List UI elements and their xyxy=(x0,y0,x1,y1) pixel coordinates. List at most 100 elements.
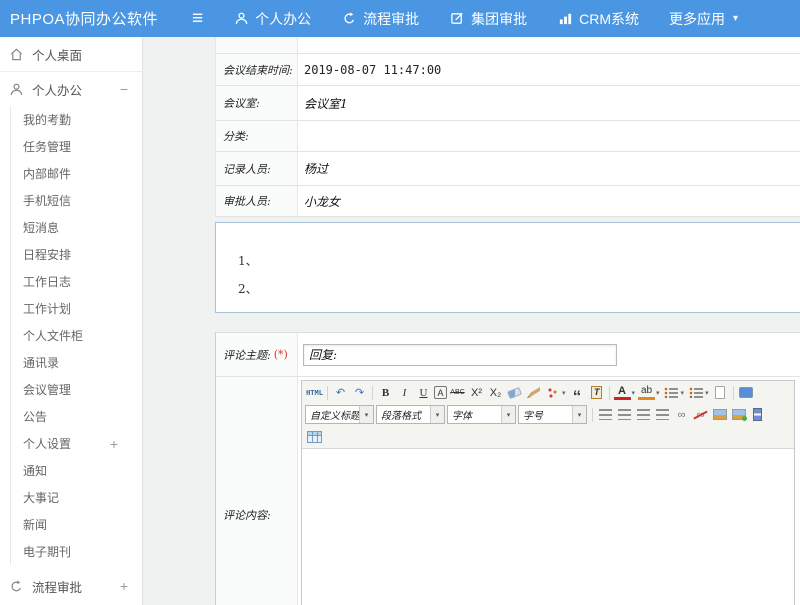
insert-table-icon[interactable] xyxy=(306,428,323,446)
link-icon[interactable]: ∞ xyxy=(673,406,690,424)
hamburger-menu-icon[interactable]: ≡ xyxy=(192,9,203,28)
align-center-icon[interactable] xyxy=(616,406,633,424)
unordered-list-icon[interactable] xyxy=(687,384,704,402)
strikethrough-icon[interactable]: ABC xyxy=(449,384,466,402)
underline-icon[interactable]: U xyxy=(415,384,432,402)
nav-item-workflow[interactable]: 流程审批 xyxy=(341,9,419,29)
blockquote-icon[interactable]: “ xyxy=(569,384,586,402)
toolbar-separator xyxy=(372,386,373,400)
sidebar-item-4[interactable]: 短消息 xyxy=(11,214,142,241)
row-value-cell xyxy=(298,37,800,53)
workflow-icon xyxy=(341,11,357,27)
font-family-select[interactable]: 字体▾ xyxy=(447,405,516,424)
superscript-icon[interactable]: X² xyxy=(468,384,485,402)
sidebar-item-label: 会议管理 xyxy=(23,381,71,398)
sidebar-item-11[interactable]: 公告 xyxy=(11,403,142,430)
nav-item-crm-chart[interactable]: CRM系统 xyxy=(557,9,639,29)
toolbar-row-2: 自定义标题▾段落格式▾字体▾字号▾ ∞∞ xyxy=(305,403,791,426)
format-painter-icon[interactable] xyxy=(544,384,561,402)
sidebar-item-3[interactable]: 手机短信 xyxy=(11,187,142,214)
unlink-icon[interactable]: ∞ xyxy=(692,406,709,424)
sidebar-item-7[interactable]: 工作计划 xyxy=(11,295,142,322)
page-break-icon[interactable] xyxy=(749,406,766,424)
sidebar-item-9[interactable]: 通讯录 xyxy=(11,349,142,376)
caret-down-icon[interactable]: ▾ xyxy=(430,406,444,423)
sidebar-item-10[interactable]: 会议管理 xyxy=(11,376,142,403)
sidebar-item-1[interactable]: 任务管理 xyxy=(11,133,142,160)
nav-item-caret-down[interactable]: 更多应用▾ xyxy=(669,9,738,29)
rich-text-editor: HTML↶↷BIUAABCX²X₂▾“A▾ab▾▾▾ 自定义标题▾段落格式▾字体… xyxy=(301,380,795,605)
heading-style-select[interactable]: 自定义标题▾ xyxy=(305,405,374,424)
paragraph-format-select[interactable]: 段落格式▾ xyxy=(376,405,445,424)
new-page-icon xyxy=(715,386,725,399)
comment-subject-row: 评论主题: (*) xyxy=(216,333,800,377)
new-page-icon[interactable] xyxy=(712,384,729,402)
comment-subject-label-cell: 评论主题: (*) xyxy=(216,333,298,376)
undo-icon[interactable]: ↶ xyxy=(332,384,349,402)
sidebar-item-desktop[interactable]: 个人桌面 xyxy=(0,37,142,72)
sidebar-section-workflow[interactable]: 流程审批 + xyxy=(0,569,142,603)
expand-toggle[interactable]: + xyxy=(120,578,142,594)
caret-down-icon[interactable]: ▾ xyxy=(705,389,709,397)
user-icon xyxy=(9,82,24,97)
html-source-icon[interactable]: HTML xyxy=(306,384,323,402)
paste-text-icon[interactable] xyxy=(588,384,605,402)
sidebar-item-label: 短消息 xyxy=(23,219,59,236)
caret-down-icon[interactable]: ▾ xyxy=(359,406,373,423)
sidebar-item-5[interactable]: 日程安排 xyxy=(11,241,142,268)
caret-down-icon[interactable]: ▾ xyxy=(681,389,685,397)
align-justify-icon[interactable] xyxy=(654,406,671,424)
workflow-icon xyxy=(9,579,24,594)
sidebar-item-2[interactable]: 内部邮件 xyxy=(11,160,142,187)
italic-icon[interactable]: I xyxy=(396,384,413,402)
sidebar-item-label: 内部邮件 xyxy=(23,165,71,182)
editor-content-area[interactable] xyxy=(302,449,794,605)
caret-down-icon[interactable]: ▾ xyxy=(656,389,660,397)
row-value: 会议室1 xyxy=(298,86,800,120)
font-color-icon[interactable]: A xyxy=(614,385,631,400)
caret-down-icon[interactable]: ▾ xyxy=(572,406,586,423)
row-label: 审批人员: xyxy=(216,186,298,216)
collapse-toggle[interactable]: − xyxy=(120,81,142,97)
caret-down-icon[interactable]: ▾ xyxy=(632,389,636,397)
clear-format-icon[interactable] xyxy=(525,384,542,402)
redo-icon[interactable]: ↷ xyxy=(351,384,368,402)
font-border-icon[interactable]: A xyxy=(434,386,447,399)
sidebar-item-8[interactable]: 个人文件柜 xyxy=(11,322,142,349)
sidebar-item-16[interactable]: 电子期刊 xyxy=(11,538,142,565)
image-icon[interactable] xyxy=(711,406,728,424)
font-size-select[interactable]: 字号▾ xyxy=(518,405,587,424)
fullscreen-icon[interactable] xyxy=(738,384,755,402)
sidebar-item-15[interactable]: 新闻 xyxy=(11,511,142,538)
eraser-icon xyxy=(507,386,522,398)
insert-image-icon[interactable] xyxy=(730,406,747,424)
expand-toggle[interactable]: + xyxy=(110,436,142,452)
sidebar-item-0[interactable]: 我的考勤 xyxy=(11,106,142,133)
sidebar-item-6[interactable]: 工作日志 xyxy=(11,268,142,295)
align-right-icon[interactable] xyxy=(635,406,652,424)
bold-icon[interactable]: B xyxy=(377,384,394,402)
ordered-list-icon[interactable] xyxy=(663,384,680,402)
caret-down-icon[interactable]: ▾ xyxy=(562,389,566,397)
eraser-icon[interactable] xyxy=(506,384,523,402)
sidebar-item-14[interactable]: 大事记 xyxy=(11,484,142,511)
minutes-line: 1、 xyxy=(238,247,800,275)
comment-subject-input[interactable] xyxy=(303,344,617,366)
align-center-icon xyxy=(618,409,631,420)
sidebar-item-13[interactable]: 通知 xyxy=(11,457,142,484)
main-content: 会议结束时间:2019-08-07 11:47:00会议室:会议室1分类:记录人… xyxy=(143,37,800,605)
nav-item-label: 集团审批 xyxy=(471,9,527,29)
caret-down-icon[interactable]: ▾ xyxy=(501,406,515,423)
subscript-icon[interactable]: X₂ xyxy=(487,384,504,402)
align-left-icon[interactable] xyxy=(597,406,614,424)
page-break-icon xyxy=(753,408,762,421)
highlight-color-icon[interactable]: ab xyxy=(638,385,655,400)
sidebar-section-personal-office[interactable]: 个人办公 − xyxy=(0,72,142,106)
sidebar-item-label: 公告 xyxy=(23,408,47,425)
toolbar-separator xyxy=(592,408,593,422)
sidebar-item-12[interactable]: 个人设置+ xyxy=(11,430,142,457)
nav-item-user[interactable]: 个人办公 xyxy=(233,9,311,29)
sidebar-item-label: 新闻 xyxy=(23,516,47,533)
comment-content-label: 评论内容: xyxy=(223,507,271,523)
nav-item-group-approve[interactable]: 集团审批 xyxy=(449,9,527,29)
